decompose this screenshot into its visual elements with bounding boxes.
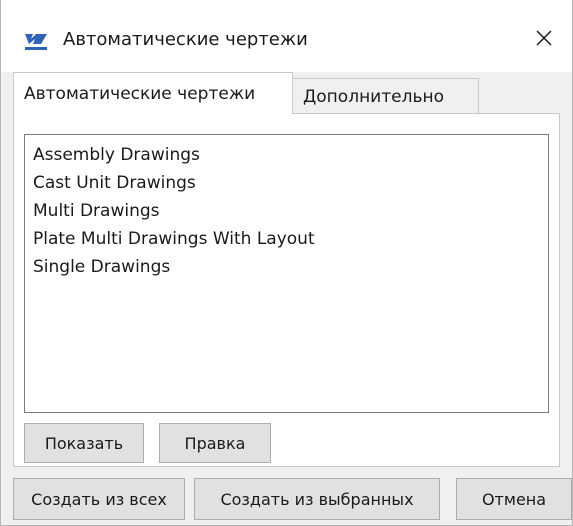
app-drawing-icon	[23, 30, 49, 52]
edit-button[interactable]: Правка	[159, 423, 271, 463]
tab-panel: Assembly Drawings Cast Unit Drawings Mul…	[13, 113, 560, 467]
cancel-button[interactable]: Отмена	[456, 478, 572, 520]
dialog-window: Автоматические чертежи Автоматические че…	[0, 0, 573, 526]
tab-strip: Автоматические чертежи Дополнительно	[13, 72, 560, 114]
list-item[interactable]: Single Drawings	[33, 253, 548, 281]
create-from-selected-button[interactable]: Создать из выбранных	[194, 478, 440, 520]
create-from-all-button[interactable]: Создать из всех	[13, 478, 185, 520]
list-item[interactable]: Assembly Drawings	[33, 141, 548, 169]
drawing-rules-list[interactable]: Assembly Drawings Cast Unit Drawings Mul…	[24, 134, 549, 413]
list-item[interactable]: Plate Multi Drawings With Layout	[33, 225, 548, 253]
list-item[interactable]: Multi Drawings	[33, 197, 548, 225]
show-button[interactable]: Показать	[24, 423, 144, 463]
window-title: Автоматические чертежи	[63, 29, 308, 50]
tab-auto-drawings[interactable]: Автоматические чертежи	[13, 72, 293, 114]
tab-additional[interactable]: Дополнительно	[293, 78, 479, 114]
title-bar: Автоматические чертежи	[1, 0, 572, 72]
list-item[interactable]: Cast Unit Drawings	[33, 169, 548, 197]
close-icon	[535, 29, 553, 51]
close-button[interactable]	[522, 18, 566, 62]
